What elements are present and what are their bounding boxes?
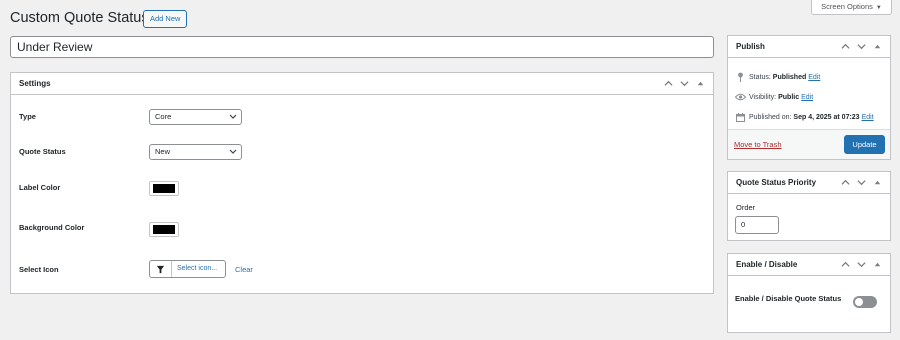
clear-icon-link[interactable]: Clear	[235, 265, 253, 274]
enable-box: Enable / Disable Enable / Disable Quote …	[727, 253, 891, 333]
chevron-up-icon[interactable]	[841, 178, 850, 187]
settings-box: Settings Type Core Quote Status New Labe…	[10, 72, 714, 294]
publish-header: Publish	[728, 36, 890, 58]
screen-options-button[interactable]: Screen Options ▼	[811, 0, 892, 15]
enable-toggle-label: Enable / Disable Quote Status	[735, 294, 842, 303]
select-icon-button-label: Select icon...	[177, 265, 218, 272]
background-color-label: Background Color	[19, 223, 85, 232]
pin-icon	[734, 72, 746, 82]
label-color-picker[interactable]	[149, 181, 179, 196]
screen-options-label: Screen Options	[821, 2, 873, 11]
enable-toggle[interactable]	[853, 296, 877, 308]
background-color-picker[interactable]	[149, 222, 179, 237]
settings-title: Settings	[19, 79, 51, 88]
chevron-down-icon[interactable]	[857, 42, 866, 51]
chevron-down-icon[interactable]	[857, 178, 866, 187]
toggle-panel-icon[interactable]	[873, 178, 882, 187]
background-color-swatch	[153, 225, 175, 234]
toggle-panel-icon[interactable]	[873, 42, 882, 51]
toggle-knob	[855, 298, 863, 306]
status-label: Status:	[749, 73, 771, 81]
type-select[interactable]: Core	[149, 109, 242, 125]
chevron-down-icon	[229, 149, 237, 154]
visibility-label: Visibility:	[749, 93, 777, 101]
publish-actions: Move to Trash Update	[728, 129, 890, 159]
priority-header: Quote Status Priority	[728, 172, 890, 194]
quote-status-select[interactable]: New	[149, 144, 242, 160]
select-icon-button[interactable]: Select icon...	[149, 260, 226, 278]
title-input[interactable]: Under Review	[10, 36, 714, 58]
enable-header: Enable / Disable	[728, 254, 890, 276]
status-row: Status: Published Edit	[734, 72, 820, 82]
priority-box: Quote Status Priority Order 0	[727, 171, 891, 241]
update-button[interactable]: Update	[844, 135, 885, 154]
label-color-swatch	[153, 184, 175, 193]
quote-status-label: Quote Status	[19, 147, 66, 156]
type-select-value: Core	[155, 112, 172, 121]
move-to-trash-link[interactable]: Move to Trash	[734, 140, 782, 149]
select-icon-label: Select Icon	[19, 265, 59, 274]
chevron-down-icon[interactable]	[857, 260, 866, 269]
eye-icon	[734, 92, 746, 102]
caret-down-icon: ▼	[875, 5, 882, 11]
published-label: Published on:	[749, 113, 792, 121]
visibility-value: Public	[778, 93, 800, 101]
toggle-panel-icon[interactable]	[873, 260, 882, 269]
enable-title: Enable / Disable	[736, 260, 798, 269]
order-label: Order	[736, 203, 756, 212]
filter-icon	[156, 265, 165, 273]
status-edit-link[interactable]: Edit	[808, 74, 820, 81]
chevron-down-icon	[229, 114, 237, 119]
visibility-edit-link[interactable]: Edit	[801, 94, 813, 101]
priority-title: Quote Status Priority	[736, 178, 817, 187]
type-label: Type	[19, 112, 36, 121]
page-title: Custom Quote Status	[10, 10, 149, 26]
published-edit-link[interactable]: Edit	[862, 114, 874, 121]
icon-preview	[150, 261, 172, 277]
publish-box: Publish Status: Published Edit Visibilit…	[727, 35, 891, 160]
published-value: Sep 4, 2025 at 07:23	[793, 113, 860, 121]
order-input[interactable]: 0	[735, 216, 779, 234]
settings-header: Settings	[11, 73, 713, 95]
chevron-up-icon[interactable]	[664, 79, 673, 88]
calendar-icon	[734, 112, 746, 122]
add-new-button[interactable]: Add New	[143, 10, 188, 28]
chevron-up-icon[interactable]	[841, 260, 850, 269]
chevron-up-icon[interactable]	[841, 42, 850, 51]
visibility-row: Visibility: Public Edit	[734, 92, 813, 102]
toggle-panel-icon[interactable]	[696, 79, 705, 88]
published-row: Published on: Sep 4, 2025 at 07:23 Edit	[734, 112, 874, 122]
chevron-down-icon[interactable]	[680, 79, 689, 88]
label-color-label: Label Color	[19, 183, 61, 192]
status-value: Published	[772, 73, 807, 81]
quote-status-select-value: New	[155, 147, 171, 156]
publish-title: Publish	[736, 42, 765, 51]
